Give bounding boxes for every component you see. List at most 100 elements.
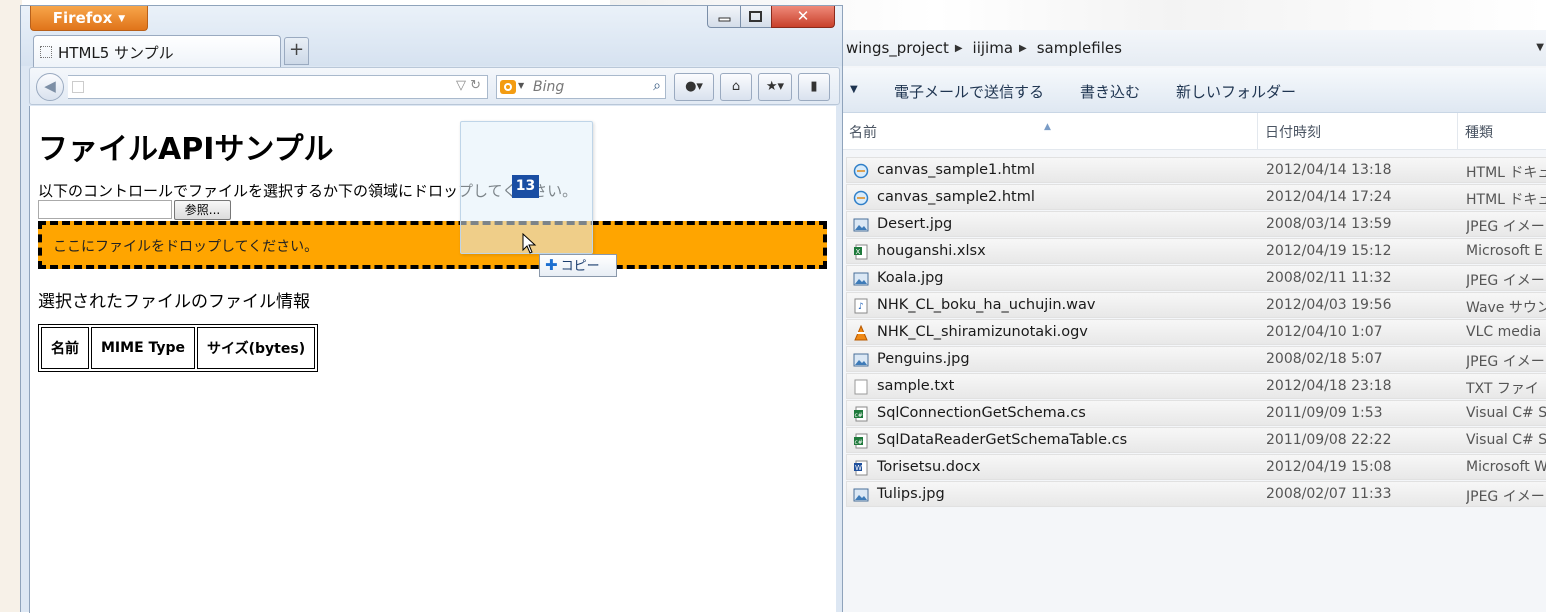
file-date: 2008/02/11 11:32 xyxy=(1266,270,1392,286)
svg-text:c#: c# xyxy=(855,439,863,446)
page-content: ファイルAPIサンプル 以下のコントロールでファイルを選択するか下の領域にドロッ… xyxy=(29,106,836,613)
file-type: Visual C# S xyxy=(1466,432,1546,448)
file-date: 2012/04/10 1:07 xyxy=(1266,324,1383,340)
image-icon xyxy=(853,217,869,233)
firefox-window: Firefox ▼ ✕ HTML5 サンプル + ◀ ▽ ↻ ▼ Bing ⌕ ●… xyxy=(20,5,843,613)
file-date: 2012/04/19 15:12 xyxy=(1266,243,1392,259)
file-type: HTML ドキュ xyxy=(1466,165,1546,181)
html-icon xyxy=(853,190,869,206)
maximize-button[interactable] xyxy=(740,6,772,28)
search-input[interactable]: Bing xyxy=(533,79,564,95)
file-date: 2012/04/14 13:18 xyxy=(1266,162,1392,178)
svg-text:c#: c# xyxy=(855,412,863,419)
minimize-button[interactable] xyxy=(707,6,741,28)
file-path-field[interactable] xyxy=(38,200,172,219)
explorer-toolbar: ▼ 電子メールで送信する 書き込む 新しいフォルダー xyxy=(842,68,1546,113)
file-row[interactable]: c# SqlConnectionGetSchema.cs 2011/09/09 1:… xyxy=(846,400,1546,426)
firefox-menu-label: Firefox xyxy=(52,9,113,27)
file-row[interactable]: Penguins.jpg 2008/02/18 5:07 JPEG イメー xyxy=(846,346,1546,372)
file-name: canvas_sample2.html xyxy=(877,189,1035,205)
home-icon: ⌂ xyxy=(731,79,741,94)
file-row[interactable]: Desert.jpg 2008/03/14 13:59 JPEG イメー xyxy=(846,211,1546,237)
breadcrumb-item[interactable]: iijima xyxy=(973,36,1013,60)
svg-text:♪: ♪ xyxy=(858,302,864,312)
chevron-right-icon[interactable]: ▶ xyxy=(955,37,963,61)
mouse-cursor-icon xyxy=(522,233,537,254)
toolbar-new-folder-button[interactable]: 新しいフォルダー xyxy=(1176,81,1296,102)
toolbar-email-button[interactable]: 電子メールで送信する xyxy=(894,81,1044,102)
breadcrumb-item[interactable]: samplefiles xyxy=(1037,36,1122,60)
text-icon xyxy=(853,379,869,395)
file-row[interactable]: canvas_sample1.html 2012/04/14 13:18 HTML … xyxy=(846,157,1546,183)
column-divider[interactable] xyxy=(1257,113,1258,149)
close-button[interactable]: ✕ xyxy=(771,6,835,28)
file-date: 2012/04/14 17:24 xyxy=(1266,189,1392,205)
csharp-icon: c# xyxy=(853,433,869,449)
tab-html5-sample[interactable]: HTML5 サンプル xyxy=(33,35,281,68)
search-bar[interactable]: ▼ Bing ⌕ xyxy=(496,75,666,99)
file-list-header: ▲ 名前 日付時刻 種類 xyxy=(842,113,1546,150)
feedback-button[interactable]: ●▾ xyxy=(674,73,714,101)
drop-zone-text: ここにファイルをドロップしてください。 xyxy=(53,239,319,255)
file-type: JPEG イメー xyxy=(1466,219,1545,235)
file-info-heading: 選択されたファイルのファイル情報 xyxy=(38,292,310,312)
toolbar-burn-button[interactable]: 書き込む xyxy=(1080,81,1140,102)
column-header-type[interactable]: 種類 xyxy=(1465,122,1493,142)
file-name: NHK_CL_shiramizunotaki.ogv xyxy=(877,324,1088,340)
file-name: Torisetsu.docx xyxy=(877,459,981,475)
home-button[interactable]: ⌂ xyxy=(720,73,752,101)
file-row[interactable]: W Torisetsu.docx 2012/04/19 15:08 Microsoft… xyxy=(846,454,1546,480)
file-name: Desert.jpg xyxy=(877,216,953,232)
plus-icon: ✚ xyxy=(545,256,558,274)
maximize-icon xyxy=(749,11,762,22)
search-icon[interactable]: ⌕ xyxy=(653,78,661,94)
file-row[interactable]: Xhouganshi.xlsx 2012/04/19 15:12 Microsoft… xyxy=(846,238,1546,264)
browse-button[interactable]: 参照... xyxy=(174,200,231,220)
breadcrumb-item[interactable]: wings_project xyxy=(846,36,949,60)
breadcrumb[interactable]: wings_project ▶ iijima ▶ samplefiles xyxy=(846,36,1546,60)
file-row[interactable]: NHK_CL_shiramizunotaki.ogv 2012/04/10 1:0… xyxy=(846,319,1546,345)
reload-icon[interactable]: ▽ ↻ xyxy=(456,78,481,93)
column-header-size: サイズ(bytes) xyxy=(197,327,316,369)
column-header-name[interactable]: 名前 xyxy=(849,122,877,142)
file-name: SqlDataReaderGetSchemaTable.cs xyxy=(877,432,1128,448)
file-row[interactable]: canvas_sample2.html 2012/04/14 17:24 HTML … xyxy=(846,184,1546,210)
svg-text:W: W xyxy=(855,464,862,472)
firefox-menu-button[interactable]: Firefox ▼ xyxy=(30,6,148,31)
file-row[interactable]: sample.txt 2012/04/18 23:18 TXT ファイ xyxy=(846,373,1546,399)
file-row[interactable]: Tulips.jpg 2008/02/07 11:33 JPEG イメー xyxy=(846,481,1546,507)
page-icon xyxy=(40,46,52,58)
file-name: houganshi.xlsx xyxy=(877,243,986,259)
url-bar[interactable]: ▽ ↻ xyxy=(68,75,488,99)
book-button[interactable]: ▮ xyxy=(798,73,830,101)
site-identity-icon[interactable] xyxy=(72,81,84,93)
image-icon xyxy=(853,271,869,287)
new-tab-button[interactable]: + xyxy=(284,37,309,65)
page-title: ファイルAPIサンプル xyxy=(38,132,334,167)
file-type: TXT ファイ xyxy=(1466,381,1539,397)
file-row[interactable]: c# SqlDataReaderGetSchemaTable.cs 2011/09/… xyxy=(846,427,1546,453)
file-date: 2011/09/08 22:22 xyxy=(1266,432,1392,448)
file-date: 2008/03/14 13:59 xyxy=(1266,216,1392,232)
column-header-date[interactable]: 日付時刻 xyxy=(1265,122,1321,142)
file-date: 2011/09/09 1:53 xyxy=(1266,405,1383,421)
file-type: Wave サウン xyxy=(1466,300,1546,316)
chevron-down-icon[interactable]: ▼ xyxy=(518,81,524,90)
file-row[interactable]: Koala.jpg 2008/02/11 11:32 JPEG イメー xyxy=(846,265,1546,291)
chevron-down-icon[interactable]: ▼ xyxy=(850,84,858,95)
file-date: 2012/04/18 23:18 xyxy=(1266,378,1392,394)
navigation-toolbar: ◀ ▽ ↻ ▼ Bing ⌕ ●▾ ⌂ ★▾ ▮ xyxy=(29,67,840,105)
file-name: Penguins.jpg xyxy=(877,351,970,367)
file-date: 2008/02/18 5:07 xyxy=(1266,351,1383,367)
table-header-row: 名前 MIME Type サイズ(bytes) xyxy=(41,327,316,369)
file-name: sample.txt xyxy=(877,378,955,394)
file-type: JPEG イメー xyxy=(1466,273,1545,289)
back-button[interactable]: ◀ xyxy=(36,73,64,101)
bing-icon[interactable] xyxy=(500,80,516,94)
column-divider[interactable] xyxy=(1457,113,1458,149)
copy-tooltip-label: コピー xyxy=(560,259,600,274)
bookmarks-button[interactable]: ★▾ xyxy=(758,73,792,101)
file-row[interactable]: ♪ NHK_CL_boku_ha_uchujin.wav 2012/04/03 19… xyxy=(846,292,1546,318)
drop-zone[interactable]: ここにファイルをドロップしてください。 xyxy=(38,221,827,269)
chevron-right-icon[interactable]: ▶ xyxy=(1019,37,1027,61)
